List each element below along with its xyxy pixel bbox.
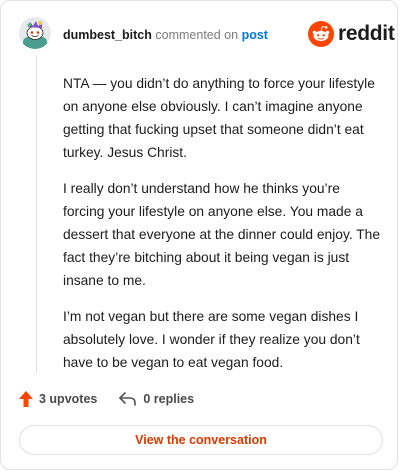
thread-line (36, 55, 37, 373)
view-conversation-button[interactable]: View the conversation (19, 425, 383, 455)
upvote-count: 3 upvotes (39, 392, 98, 406)
snoo-avatar-icon (19, 17, 51, 49)
upvote-arrow-icon (19, 391, 33, 407)
replies-button[interactable]: 0 replies (119, 392, 194, 406)
reply-count: 0 replies (143, 392, 195, 406)
reddit-wordmark: reddit (338, 22, 395, 45)
comment-embed-card: dumbest_bitch commented on post reddit N… (0, 0, 398, 470)
comment-header: dumbest_bitch commented on post (63, 27, 268, 43)
upvote-button[interactable]: 3 upvotes (19, 391, 97, 407)
reddit-logo[interactable]: reddit (308, 19, 395, 49)
username-link[interactable]: dumbest_bitch (63, 28, 152, 42)
reply-arrow-icon (119, 392, 137, 406)
comment-paragraph: I’m not vegan but there are some vegan d… (63, 309, 360, 370)
user-avatar[interactable] (19, 17, 51, 49)
comment-paragraph: I really don’t understand how he thinks … (63, 181, 381, 288)
comment-paragraph: NTA — you didn’t do anything to force yo… (63, 76, 375, 160)
comment-body: NTA — you didn’t do anything to force yo… (63, 72, 383, 387)
commented-on-label: commented on (155, 28, 239, 42)
reddit-snoo-logo-icon (308, 21, 334, 47)
comment-actions: 3 upvotes 0 replies (19, 391, 194, 407)
post-link[interactable]: post (242, 28, 268, 42)
